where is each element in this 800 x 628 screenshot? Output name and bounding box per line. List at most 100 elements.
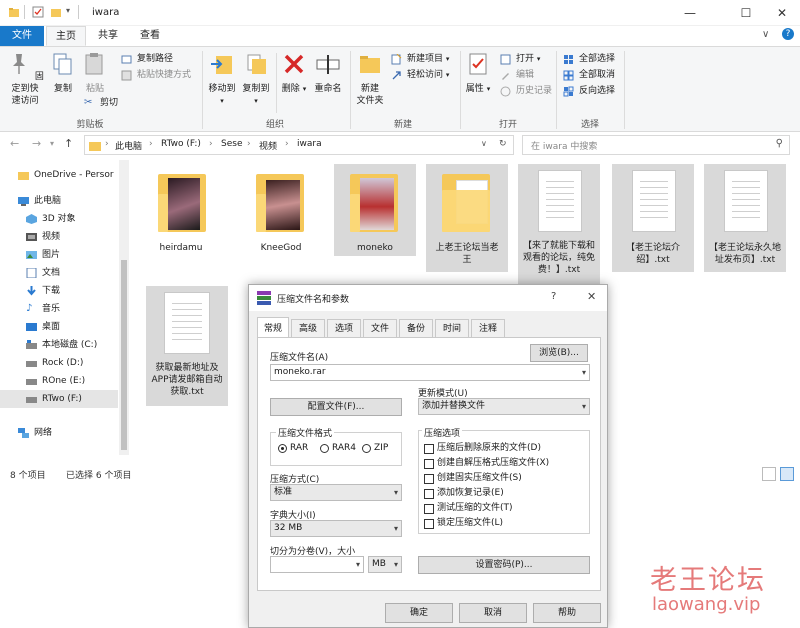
tab-share[interactable]: 共享	[88, 26, 128, 46]
tab-options[interactable]: 选项	[327, 319, 361, 337]
invert-selection-button[interactable]: 反向选择	[563, 83, 615, 99]
format-rar4-radio[interactable]: RAR4	[320, 442, 356, 455]
test-archive-checkbox[interactable]: 测试压缩的文件(T)	[424, 502, 513, 515]
set-password-button[interactable]: 设置密码(P)...	[418, 556, 590, 574]
sfx-checkbox[interactable]: 创建自解压格式压缩文件(X)	[424, 457, 549, 470]
sidebar-item-drive-e[interactable]: ROne (E:)	[26, 372, 85, 390]
new-folder-quick-icon[interactable]	[50, 6, 62, 18]
sidebar-item-videos[interactable]: 视频	[26, 228, 60, 246]
tab-comment[interactable]: 注释	[471, 319, 505, 337]
format-rar-radio[interactable]: RAR	[278, 442, 308, 455]
file-item[interactable]: heirdamu	[140, 164, 222, 256]
tab-advanced[interactable]: 高级	[291, 319, 325, 337]
properties-button[interactable]: 属性 ▾	[463, 51, 493, 95]
open-button[interactable]: 打开 ▾	[500, 51, 540, 67]
file-item-selected[interactable]: 【来了就能下载和观看的论坛，纯免费！】.txt	[518, 164, 600, 284]
tab-general[interactable]: 常规	[257, 317, 289, 337]
sidebar-item-onedrive[interactable]: OneDrive - Persor	[18, 166, 114, 184]
up-arrow-icon[interactable]: ↑	[64, 137, 73, 150]
sidebar-item-this-pc[interactable]: 此电脑	[18, 192, 61, 210]
ok-button[interactable]: 确定	[385, 603, 453, 623]
chevron-down-icon[interactable]: ▾	[394, 485, 398, 500]
tab-time[interactable]: 时间	[435, 319, 469, 337]
search-box[interactable]: 在 iwara 中搜索 ⚲	[522, 135, 790, 155]
breadcrumb-drive[interactable]: RTwo (F:)	[161, 139, 201, 149]
copy-button[interactable]: 复制	[48, 51, 78, 95]
back-arrow-icon[interactable]: ←	[10, 137, 19, 150]
lock-archive-checkbox[interactable]: 锁定压缩文件(L)	[424, 517, 503, 530]
method-select[interactable]: 标准 ▾	[270, 484, 402, 501]
sidebar-item-desktop[interactable]: 桌面	[26, 318, 60, 336]
sidebar-item-documents[interactable]: 文档	[26, 264, 60, 282]
recovery-record-checkbox[interactable]: 添加恢复记录(E)	[424, 487, 504, 500]
sidebar-scrollbar-thumb[interactable]	[121, 260, 127, 450]
sidebar-item-downloads[interactable]: 下载	[26, 282, 60, 300]
profiles-button[interactable]: 配置文件(F)...	[270, 398, 402, 416]
browse-button[interactable]: 浏览(B)...	[530, 344, 588, 362]
dictionary-select[interactable]: 32 MB ▾	[270, 520, 402, 537]
help-button[interactable]: ?	[782, 28, 794, 40]
sidebar-item-network[interactable]: 网络	[18, 424, 52, 442]
collapse-ribbon-button[interactable]: ∨	[762, 29, 769, 40]
solid-checkbox[interactable]: 创建固实压缩文件(S)	[424, 472, 522, 485]
dialog-help-button[interactable]: ?	[551, 291, 556, 302]
tab-files[interactable]: 文件	[363, 319, 397, 337]
chevron-down-icon[interactable]: ▾	[356, 557, 360, 572]
breadcrumb-this-pc[interactable]: 此电脑	[115, 139, 142, 152]
sidebar-item-3d-objects[interactable]: 3D 对象	[26, 210, 76, 228]
details-view-icon[interactable]	[762, 467, 776, 481]
file-item-selected[interactable]: 获取最新地址及APP请发邮箱自动获取.txt	[146, 286, 228, 406]
copy-to-button[interactable]: 复制到 ▾	[240, 51, 272, 107]
sidebar-item-drive-d[interactable]: Rock (D:)	[26, 354, 83, 372]
file-item-selected[interactable]: 上老王论坛当老王	[426, 164, 508, 272]
sidebar-item-pictures[interactable]: 图片	[26, 246, 60, 264]
quick-access-dropdown-icon[interactable]: ▾	[66, 6, 70, 15]
chevron-down-icon[interactable]: ▾	[582, 399, 586, 414]
large-icons-view-icon[interactable]	[780, 467, 794, 481]
move-to-button[interactable]: 移动到 ▾	[206, 51, 238, 107]
close-button[interactable]: ✕	[760, 0, 800, 26]
rename-button[interactable]: 重命名	[310, 51, 346, 95]
pin-quick-access-button[interactable]: 固定到快 速访问	[4, 51, 46, 107]
tab-file[interactable]: 文件	[0, 26, 44, 46]
cut-button[interactable]: ✂ 剪切	[84, 95, 118, 111]
select-none-button[interactable]: 全部取消	[563, 67, 615, 83]
copy-path-button[interactable]: 复制路径	[121, 51, 173, 67]
recent-locations-icon[interactable]: ▾	[50, 139, 54, 148]
split-unit-select[interactable]: MB ▾	[368, 556, 402, 573]
file-item-selected[interactable]: 【老王论坛介绍】.txt	[612, 164, 694, 272]
easy-access-button[interactable]: 轻松访问 ▾	[391, 67, 449, 83]
dialog-close-button[interactable]: ✕	[587, 290, 596, 303]
delete-after-checkbox[interactable]: 压缩后删除原来的文件(D)	[424, 442, 541, 455]
properties-quick-icon[interactable]	[32, 6, 44, 18]
file-item-selected[interactable]: moneko	[334, 164, 416, 256]
chevron-down-icon[interactable]: ▾	[394, 521, 398, 536]
file-item[interactable]: KneeGod	[240, 164, 322, 256]
chevron-down-icon[interactable]: ▾	[582, 365, 586, 380]
sidebar-item-drive-f[interactable]: RTwo (F:)	[0, 390, 118, 408]
tab-view[interactable]: 查看	[130, 26, 170, 46]
new-item-button[interactable]: 新建项目 ▾	[391, 51, 449, 67]
breadcrumb-videos[interactable]: 视频	[259, 139, 277, 152]
address-bar[interactable]: › 此电脑 › RTwo (F:) › Sese › 视频 › iwara ∨ …	[84, 135, 514, 155]
chevron-down-icon[interactable]: ▾	[394, 557, 398, 572]
address-dropdown-icon[interactable]: ∨	[481, 139, 487, 148]
delete-button[interactable]: 删除 ▾	[280, 51, 308, 95]
new-folder-button[interactable]: 新建 文件夹	[352, 51, 388, 107]
breadcrumb-iwara[interactable]: iwara	[297, 139, 322, 149]
dialog-help-footer-button[interactable]: 帮助	[533, 603, 601, 623]
tab-home[interactable]: 主页	[46, 26, 86, 46]
format-zip-radio[interactable]: ZIP	[362, 442, 388, 455]
breadcrumb-sese[interactable]: Sese	[221, 139, 242, 149]
sidebar-item-drive-c[interactable]: 本地磁盘 (C:)	[26, 336, 97, 354]
file-item-selected[interactable]: 【老王论坛永久地址发布页】.txt	[704, 164, 786, 272]
archive-name-input[interactable]: moneko.rar ▾	[270, 364, 590, 381]
refresh-icon[interactable]: ↻	[499, 139, 507, 149]
split-size-input[interactable]: ▾	[270, 556, 364, 573]
forward-arrow-icon[interactable]: →	[32, 137, 41, 150]
cancel-button[interactable]: 取消	[459, 603, 527, 623]
minimize-button[interactable]: —	[668, 0, 712, 26]
sidebar-item-music[interactable]: ♪ 音乐	[26, 300, 60, 318]
update-mode-select[interactable]: 添加并替换文件 ▾	[418, 398, 590, 415]
select-all-button[interactable]: 全部选择	[563, 51, 615, 67]
